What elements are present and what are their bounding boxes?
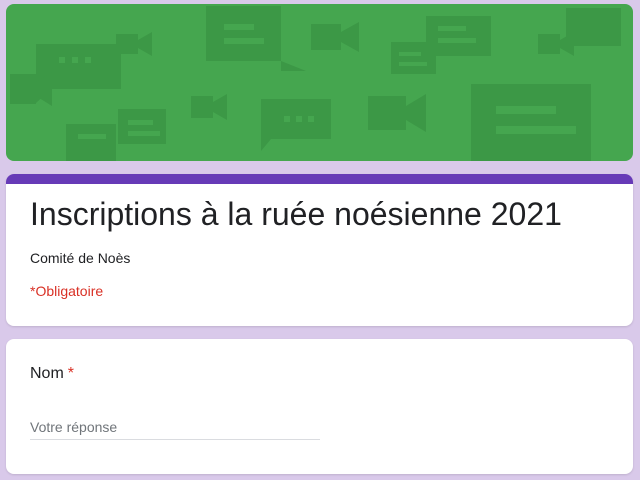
question-label-text: Nom	[30, 365, 64, 382]
banner-pattern	[10, 6, 621, 161]
form-header-card: Inscriptions à la ruée noésienne 2021 Co…	[6, 174, 633, 326]
message-bubble-icon	[118, 109, 166, 144]
video-camera-icon	[538, 32, 574, 56]
message-bubble-icon	[391, 42, 436, 74]
required-fields-note: *Obligatoire	[30, 283, 104, 299]
message-bubble-icon	[206, 6, 306, 71]
form-description: Comité de Noès	[30, 250, 131, 266]
video-camera-icon	[368, 94, 426, 132]
question-label: Nom *	[30, 365, 74, 383]
question-card-nom: Nom *	[6, 339, 633, 474]
message-bubble-icon	[66, 124, 116, 161]
message-bubble-icon	[566, 8, 621, 46]
theme-accent-bar	[6, 174, 633, 184]
header-banner	[6, 4, 633, 161]
form-page: Inscriptions à la ruée noésienne 2021 Co…	[6, 4, 634, 474]
video-camera-icon	[10, 72, 52, 106]
video-camera-icon	[116, 32, 152, 56]
chat-bubble-icon	[261, 99, 331, 151]
required-marker: *	[67, 365, 75, 382]
nom-answer-input[interactable]	[30, 415, 320, 440]
message-bubble-icon	[471, 84, 591, 161]
video-camera-icon	[191, 94, 227, 120]
video-camera-icon	[311, 22, 359, 52]
form-title: Inscriptions à la ruée noésienne 2021	[30, 196, 562, 232]
